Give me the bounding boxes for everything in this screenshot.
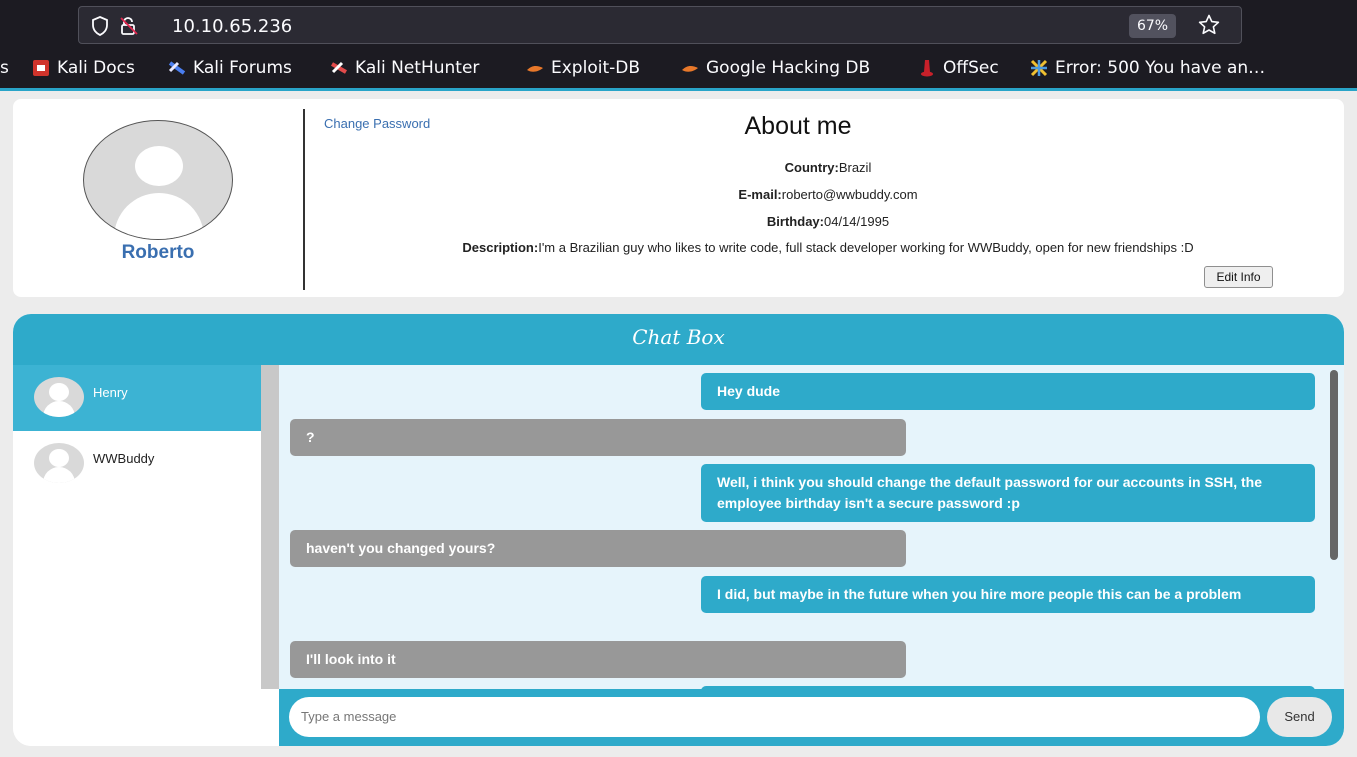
bookmark-error-500[interactable]: Error: 500 You have an… <box>1030 58 1265 78</box>
change-password-link[interactable]: Change Password <box>324 116 430 131</box>
bookmark-label: Kali Forums <box>193 58 292 78</box>
description-label: Description: <box>462 240 539 255</box>
message-list-scrollbar[interactable] <box>1325 365 1344 689</box>
bookmarks-toolbar: s Kali Docs Kali Forums Kali NetHunter E… <box>0 52 1357 88</box>
message-outgoing: Well, i think you should change the defa… <box>701 464 1315 522</box>
contact-name: Henry <box>93 385 128 400</box>
message-list: Hey dude ? Well, i think you should chan… <box>279 365 1325 689</box>
avatar-body <box>114 193 204 239</box>
bookmark-google-hacking-db[interactable]: Google Hacking DB <box>681 58 870 78</box>
bookmark-label: OffSec <box>943 58 999 78</box>
kali-nethunter-icon <box>330 59 348 77</box>
message-composer: Type a message Send <box>279 689 1344 746</box>
message-outgoing: I did, but maybe in the future when you … <box>701 576 1315 613</box>
email-row: E-mail:roberto@wwbuddy.com <box>313 187 1343 202</box>
scrollbar-thumb[interactable] <box>1330 370 1338 560</box>
edit-info-button[interactable]: Edit Info <box>1204 266 1273 288</box>
contact-name: WWBuddy <box>93 451 155 466</box>
avatar <box>34 377 84 417</box>
message-outgoing: Hey dude <box>701 373 1315 410</box>
profile-divider <box>303 109 305 290</box>
contact-list: Henry WWBuddy <box>13 365 261 746</box>
ghdb-icon <box>681 59 699 77</box>
email-value: roberto@wwbuddy.com <box>781 187 918 202</box>
zoom-level-badge[interactable]: 67% <box>1129 14 1176 38</box>
bookmark-label: s <box>0 58 9 78</box>
description-row: Description:I'm a Brazilian guy who like… <box>313 240 1343 255</box>
birthday-row: Birthday:04/14/1995 <box>313 214 1343 229</box>
browser-toolbar: 10.10.65.236 67% <box>0 0 1357 52</box>
profile-card: Roberto Change Password About me Country… <box>13 99 1344 297</box>
birthday-label: Birthday: <box>766 214 824 229</box>
country-value: Brazil <box>838 160 872 175</box>
bookmark-label: Kali Docs <box>57 58 135 78</box>
insecure-lock-icon[interactable] <box>119 16 139 41</box>
kali-forums-icon <box>168 59 186 77</box>
country-row: Country:Brazil <box>313 160 1343 175</box>
bookmark-offsec[interactable]: OffSec <box>918 58 999 78</box>
country-label: Country: <box>784 160 839 175</box>
contact-wwbuddy[interactable]: WWBuddy <box>13 431 261 497</box>
message-incoming: I'll look into it <box>290 641 906 678</box>
avatar <box>34 443 84 483</box>
chat-title: Chat Box <box>13 314 1344 365</box>
email-label: E-mail: <box>738 187 782 202</box>
bookmark-star-icon[interactable] <box>1197 13 1221 42</box>
birthday-value: 04/14/1995 <box>823 214 890 229</box>
toolbar-divider <box>0 88 1357 91</box>
message-input[interactable]: Type a message <box>289 697 1260 737</box>
url-text[interactable]: 10.10.65.236 <box>172 16 292 37</box>
send-button[interactable]: Send <box>1267 697 1332 737</box>
error-page-icon <box>1030 59 1048 77</box>
kali-docs-icon <box>32 59 50 77</box>
bookmark-kali-nethunter[interactable]: Kali NetHunter <box>330 58 479 78</box>
bookmark-label: Google Hacking DB <box>706 58 871 78</box>
bookmark-exploit-db[interactable]: Exploit-DB <box>526 58 640 78</box>
shield-icon[interactable] <box>91 16 109 41</box>
message-incoming: ? <box>290 419 906 456</box>
bookmark-kali-docs[interactable]: Kali Docs <box>32 58 135 78</box>
bookmark-item[interactable]: s <box>0 58 9 78</box>
message-incoming: haven't you changed yours? <box>290 530 906 567</box>
contact-henry[interactable]: Henry <box>13 365 261 431</box>
bookmark-kali-forums[interactable]: Kali Forums <box>168 58 292 78</box>
bookmark-label: Kali NetHunter <box>355 58 480 78</box>
chat-box: Chat Box Henry WWBuddy Hey dude ? Well, … <box>13 314 1344 746</box>
spacer <box>261 689 279 746</box>
contact-list-scrollbar[interactable] <box>261 365 279 689</box>
exploit-db-icon <box>526 59 544 77</box>
bookmark-label: Exploit-DB <box>551 58 640 78</box>
description-value: I'm a Brazilian guy who likes to write c… <box>538 240 1194 255</box>
avatar <box>83 120 233 240</box>
bookmark-label: Error: 500 You have an… <box>1055 58 1266 78</box>
address-bar[interactable]: 10.10.65.236 67% <box>78 6 1242 44</box>
profile-name: Roberto <box>121 242 195 263</box>
offsec-icon <box>918 59 936 77</box>
about-title: About me <box>744 112 852 140</box>
avatar-head <box>135 146 183 186</box>
